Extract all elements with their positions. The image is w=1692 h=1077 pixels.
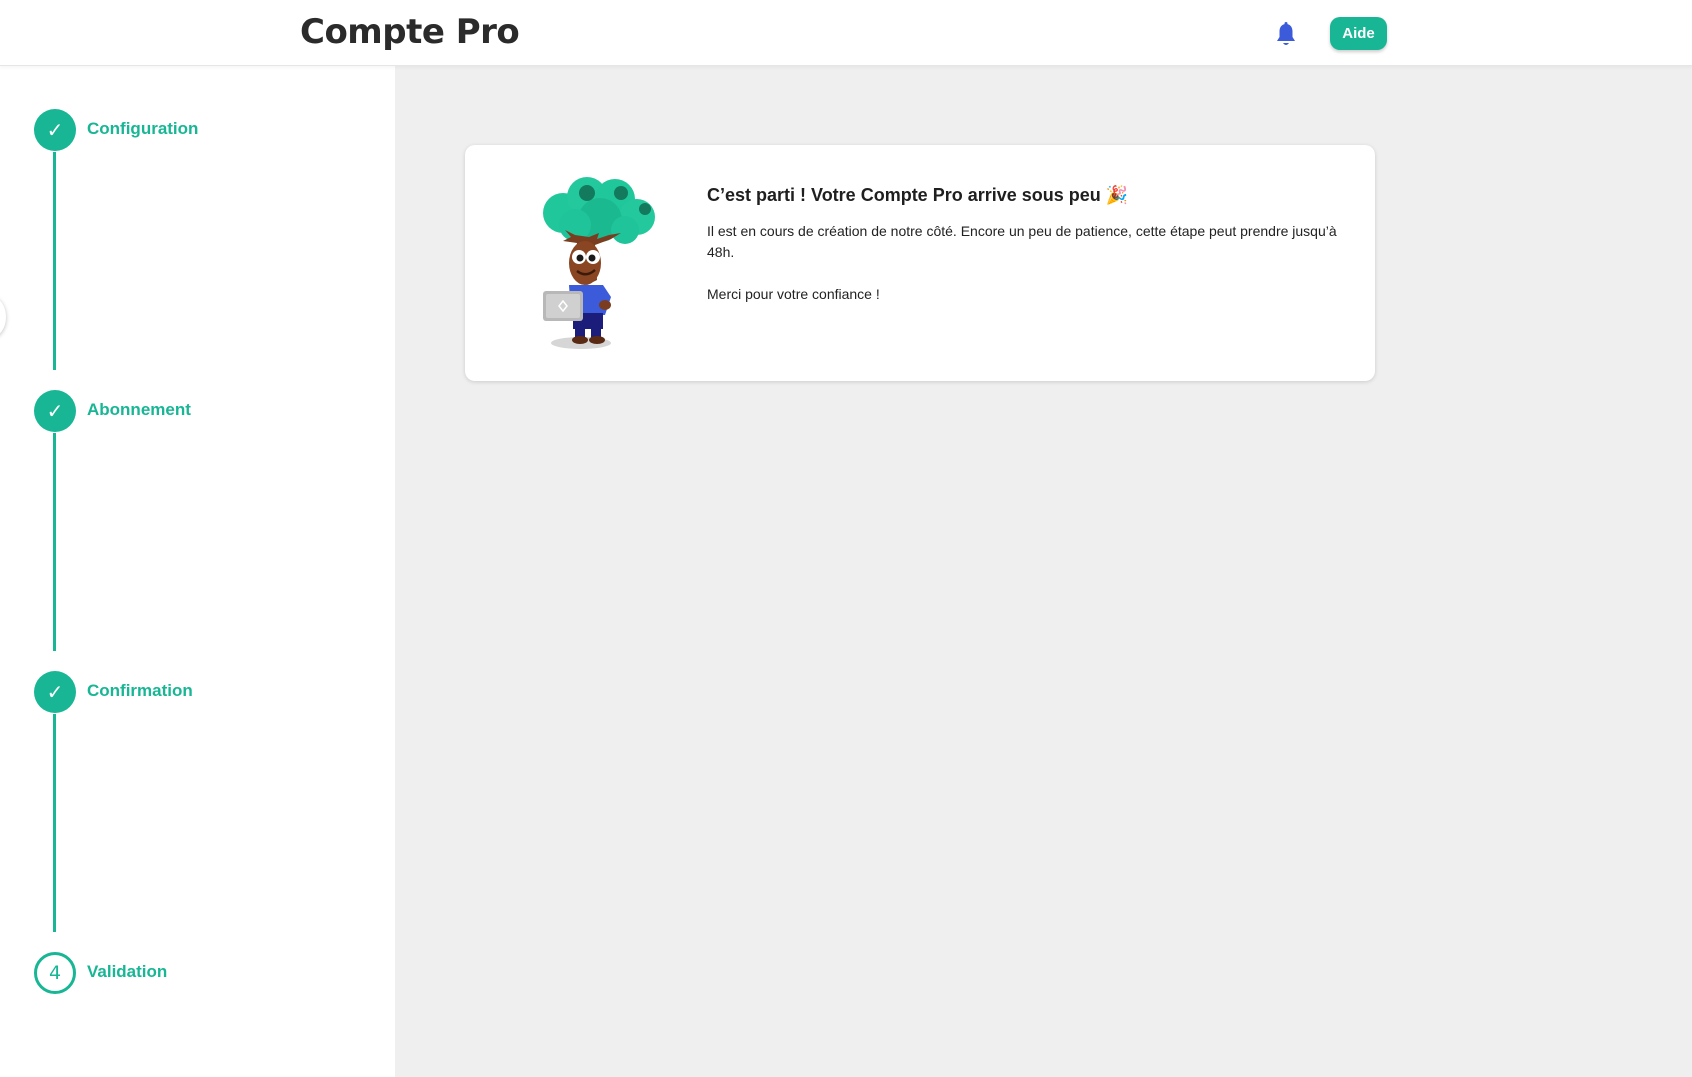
top-bar: Compte Pro Aide [0,0,1692,66]
step-validation[interactable]: Validation [87,962,167,982]
step-confirmation[interactable]: Confirmation [87,681,193,701]
step-number-badge: 4 [34,952,76,994]
stepper-sidebar: ✓ Configuration ✓ Abonnement ✓ Confirmat… [0,66,395,1077]
step-connector [53,152,56,370]
page-title: Compte Pro [300,12,520,52]
card-title: C’est parti ! Votre Compte Pro arrive so… [707,185,1129,205]
tree-mascot-illustration [543,177,655,349]
step-connector [53,433,56,651]
check-icon: ✓ [34,671,76,713]
help-button[interactable]: Aide [1330,17,1387,50]
check-icon: ✓ [34,390,76,432]
card-description: Il est en cours de création de notre côt… [707,223,1337,260]
step-abonnement[interactable]: Abonnement [87,400,191,420]
confirmation-card: C’est parti ! Votre Compte Pro arrive so… [465,145,1375,381]
sidebar-collapse-handle[interactable] [0,297,6,337]
bell-icon[interactable] [1275,22,1297,48]
step-connector [53,714,56,932]
card-thanks: Merci pour votre confiance ! [707,286,880,302]
step-configuration[interactable]: Configuration [87,119,198,139]
check-icon: ✓ [34,109,76,151]
